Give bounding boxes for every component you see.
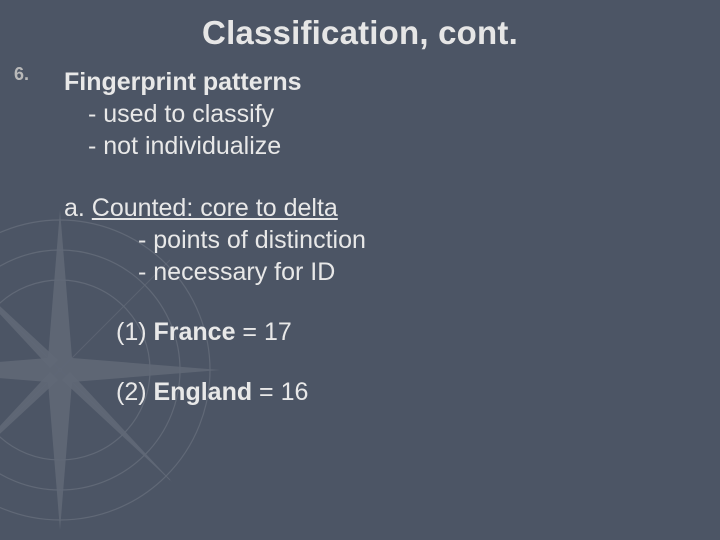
- slide: Classification, cont. 6. Fingerprint pat…: [0, 0, 720, 540]
- sub-item-label: Counted: core to delta: [92, 194, 338, 222]
- bullet-line: - points of distinction: [138, 224, 690, 256]
- entry-value: = 16: [252, 378, 308, 406]
- list-number: 6.: [14, 64, 29, 85]
- slide-content: Fingerprint patterns - used to classify …: [64, 66, 690, 408]
- sub-item-prefix: a.: [64, 194, 92, 222]
- topic-heading: Fingerprint patterns: [64, 66, 690, 98]
- country-name: England: [154, 378, 253, 406]
- country-line-england: (2) England = 16: [116, 376, 690, 408]
- bullet-line: - necessary for ID: [138, 256, 690, 288]
- country-line-france: (1) France = 17: [116, 316, 690, 348]
- sub-item-a: a. Counted: core to delta: [64, 192, 690, 224]
- country-name: France: [154, 318, 236, 346]
- entry-value: = 17: [235, 318, 291, 346]
- entry-number: (2): [116, 378, 154, 406]
- bullet-line: - not individualize: [88, 130, 690, 162]
- slide-title: Classification, cont.: [30, 14, 690, 52]
- bullet-line: - used to classify: [88, 98, 690, 130]
- entry-number: (1): [116, 318, 154, 346]
